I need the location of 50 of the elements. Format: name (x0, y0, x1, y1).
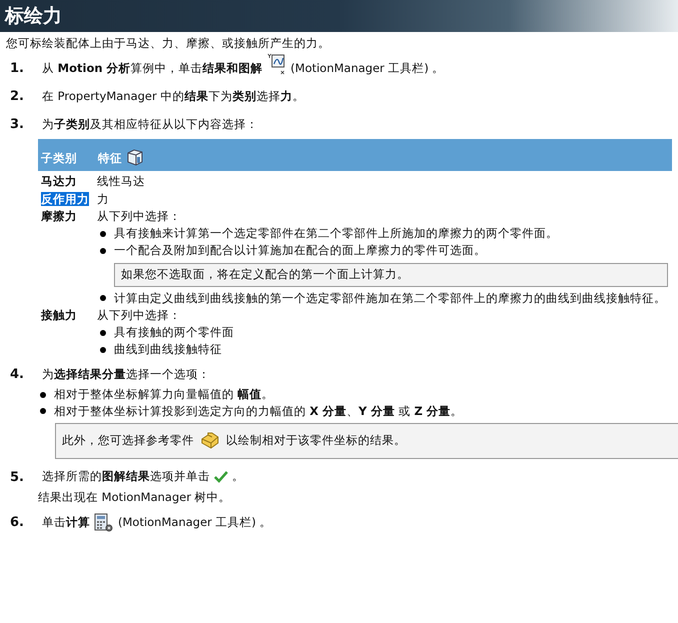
step-text: 为选择结果分量选择一个选项： (42, 368, 210, 382)
bullet-text: 计算由定义曲线到曲线接触的第一个选定零部件施加在第二个零部件上的摩擦力的曲线到曲线接触特征。 (114, 292, 666, 306)
note-text: 以绘制相对于该零件坐标的结果。 (226, 434, 406, 448)
bullet-icon (100, 346, 106, 353)
row-label: 马达力 (41, 174, 77, 188)
table-cell-text: 线性马达 (97, 174, 146, 189)
table-cell-text: 从下列中选择： (97, 210, 182, 224)
row-label: 接触力 (41, 308, 77, 322)
note-text: 如果您不选取面，将在定义配合的第一个面上计算力。 (121, 268, 409, 282)
calculator-icon (94, 513, 114, 534)
step-text: (MotionManager 工具栏) 。 (118, 516, 272, 530)
step-text: (MotionManager 工具栏) 。 (290, 62, 444, 76)
intro-text: 您可标绘装配体上由于马达、力、摩擦、或接触所产生的力。 (6, 37, 331, 51)
bullet-icon (100, 248, 106, 254)
result-text: 结果出现在 MotionManager 树中。 (38, 491, 232, 506)
bullet-icon (100, 231, 106, 238)
step-number: 2. (9, 89, 25, 105)
table-cell-text: 力 (97, 192, 110, 206)
column-header: 子类别 (40, 152, 78, 166)
row-label: 反作用力 (41, 192, 89, 206)
step-text: 从 Motion 分析算例中，单击结果和图解 (42, 62, 263, 76)
step-text: 为子类别及其相应特征从以下内容选择： (42, 118, 258, 132)
step-text: 选择所需的图解结果选项并单击 (42, 470, 210, 484)
cube-icon (126, 148, 144, 166)
bullet-icon (100, 330, 106, 336)
table-cell-text: 从下列中选择： (97, 309, 182, 324)
chart-icon (266, 52, 287, 76)
bullet-text: 曲线到曲线接触特征 (114, 342, 222, 357)
checkmark-icon (214, 471, 228, 484)
bullet-text: 相对于整体坐标解算力向量幅值的 幅值。 (54, 388, 274, 402)
row-label: 摩擦力 (41, 209, 77, 224)
note-text: 此外，您可选择参考零件 (62, 434, 194, 448)
step-text: 在 PropertyManager 中的结果下为类别选择力。 (42, 90, 304, 104)
step-number: 3. (9, 117, 25, 133)
column-header: 特征 (98, 152, 122, 166)
step-number: 6. (9, 515, 25, 531)
bullet-text: 一个配合及附加到配合以计算施加在配合的面上摩擦力的零件可选面。 (114, 244, 486, 258)
part-icon (200, 432, 220, 450)
bullet-text: 具有接触来计算第一个选定零部件在第二个零部件上所施加的摩擦力的两个零件面。 (114, 227, 558, 241)
step-number: 4. (9, 366, 25, 383)
step-number: 5. (9, 470, 25, 486)
step-number: 1. (9, 61, 25, 77)
step-text: 单击计算 (42, 516, 90, 530)
step-text: 。 (232, 470, 244, 484)
bullet-text: 具有接触的两个零件面 (114, 326, 234, 340)
page-title: 标绘力 (5, 4, 62, 28)
bullet-icon (40, 408, 46, 414)
bullet-icon (40, 392, 46, 398)
bullet-icon (100, 295, 106, 302)
bullet-text: 相对于整体坐标计算投影到选定方向的力幅值的 X 分量、Y 分量 或 Z 分量。 (54, 404, 463, 418)
